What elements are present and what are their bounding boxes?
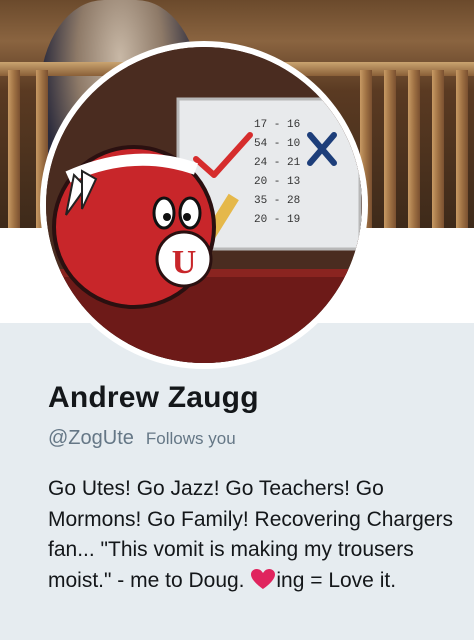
red-heart-icon [251, 568, 276, 589]
handle-row: @ZogUte Follows you [48, 427, 236, 450]
follows-you-label: Follows you [145, 429, 236, 448]
score-4: 35 - 28 [254, 195, 300, 207]
bio-text-part2: ing = Love it. [276, 568, 397, 592]
profile-bio: Go Utes! Go Jazz! Go Teachers! Go Mormon… [48, 474, 458, 596]
avatar[interactable]: 17 - 16 54 - 10 24 - 21 20 - 13 35 - 28 … [46, 47, 362, 363]
profile-name: Andrew Zaugg [48, 381, 259, 414]
mascot-ball: U [52, 145, 216, 309]
score-0: 17 - 16 [254, 119, 300, 131]
score-5: 20 - 19 [254, 214, 300, 226]
score-2: 24 - 21 [254, 157, 301, 169]
score-3: 20 - 13 [254, 176, 300, 188]
mascot-letter: U [172, 244, 197, 281]
avatar-frame[interactable]: 17 - 16 54 - 10 24 - 21 20 - 13 35 - 28 … [40, 41, 368, 369]
avatar-illustration: 17 - 16 54 - 10 24 - 21 20 - 13 35 - 28 … [46, 47, 362, 363]
score-1: 54 - 10 [254, 138, 300, 150]
profile-handle[interactable]: @ZogUte [48, 427, 134, 450]
